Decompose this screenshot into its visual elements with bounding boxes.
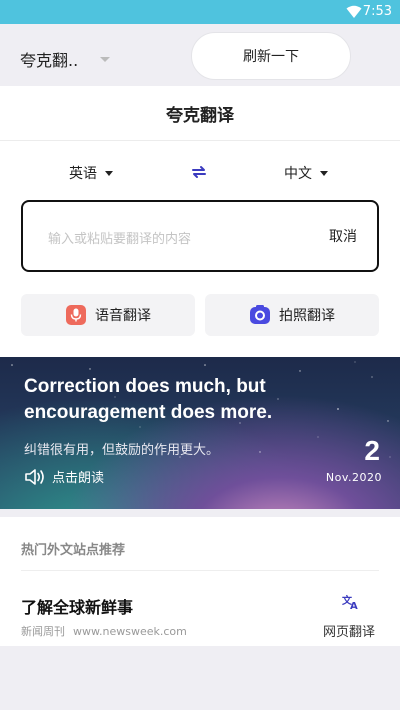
cancel-button[interactable]: 取消: [329, 226, 357, 246]
daily-quote-banner[interactable]: Correction does much, but encouragement …: [0, 357, 400, 509]
translate-panel: 英语 中文 输入或粘贴要翻译的内容 取消 语音翻译 拍照翻译: [0, 141, 400, 357]
source-language-selector[interactable]: 英语: [69, 163, 113, 183]
read-aloud-label: 点击朗读: [52, 471, 105, 486]
voice-translate-button[interactable]: 语音翻译: [21, 294, 195, 336]
site-domain: www.newsweek.com: [73, 625, 187, 638]
source-language-label: 英语: [69, 166, 97, 182]
recommended-sites-section: 热门外文站点推荐 了解全球新鲜事 新闻周刊 www.newsweek.com 文 …: [0, 517, 400, 646]
voice-translate-label: 语音翻译: [95, 308, 151, 324]
app-selector-label: 夸克翻..: [20, 51, 79, 70]
photo-translate-button[interactable]: 拍照翻译: [205, 294, 379, 336]
photo-translate-label: 拍照翻译: [279, 308, 335, 324]
svg-text:A: A: [350, 601, 358, 611]
translate-input[interactable]: 输入或粘贴要翻译的内容 取消: [21, 200, 379, 272]
site-source-name: 新闻周刊: [21, 625, 65, 638]
top-bar: 夸克翻.. 刷新一下: [0, 24, 400, 86]
target-language-label: 中文: [284, 166, 312, 182]
page-title: 夸克翻译: [166, 105, 234, 126]
read-aloud-button[interactable]: 点击朗读: [24, 467, 104, 486]
speaker-icon: [25, 468, 44, 485]
microphone-icon: [66, 305, 86, 325]
wifi-icon: [346, 5, 362, 18]
site-headline: 了解全球新鲜事: [21, 598, 134, 617]
web-translate-button[interactable]: 网页翻译: [323, 621, 375, 640]
site-source: 新闻周刊 www.newsweek.com: [21, 623, 187, 639]
target-language-selector[interactable]: 中文: [284, 163, 328, 183]
caret-down-icon: [320, 170, 328, 176]
app-selector[interactable]: 夸克翻..: [20, 47, 111, 71]
camera-icon: [250, 305, 270, 324]
divider: [21, 570, 379, 571]
status-time: 7:53: [362, 4, 392, 19]
chevron-down-icon: [100, 56, 111, 62]
page-header: 夸克翻译: [0, 86, 400, 141]
status-bar: 7:53: [0, 0, 400, 24]
input-placeholder: 输入或粘贴要翻译的内容: [48, 232, 192, 247]
section-title: 热门外文站点推荐: [21, 543, 126, 558]
quote-month-year: Nov.2020: [325, 471, 382, 484]
quote-chinese: 纠错很有用，但鼓励的作用更大。: [24, 443, 220, 458]
refresh-button[interactable]: 刷新一下: [191, 32, 351, 80]
quote-day: 2: [364, 435, 380, 466]
caret-down-icon: [105, 170, 113, 176]
translate-icon[interactable]: 文 A: [342, 593, 360, 611]
swap-languages-icon[interactable]: [191, 164, 207, 180]
quote-english: Correction does much, but encouragement …: [24, 376, 273, 423]
